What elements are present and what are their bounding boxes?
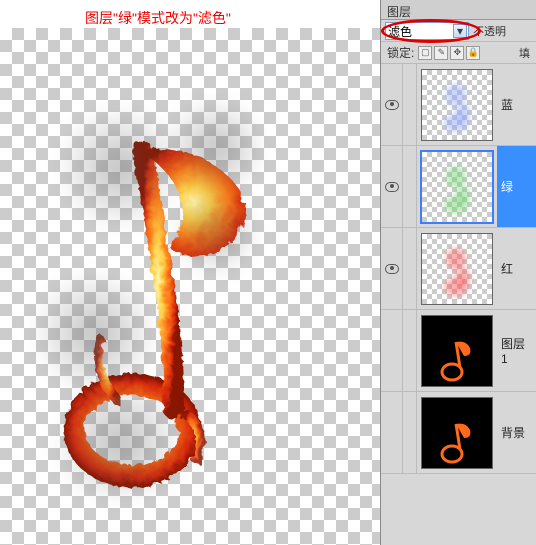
layer-row[interactable]: 图层 1 [381,310,536,392]
layer-visibility-toggle[interactable] [381,146,403,227]
layer-link-col[interactable] [403,310,417,391]
layer-link-col[interactable] [403,392,417,473]
tutorial-annotation: 图层"绿"模式改为"滤色" [85,8,231,28]
layer-thumbnail[interactable] [421,233,493,305]
layer-name[interactable]: 红 [497,228,536,309]
layer-row[interactable]: 背景 [381,392,536,474]
eye-icon [385,182,399,192]
layer-thumbnail[interactable] [421,151,493,223]
layer-thumbnail[interactable] [421,315,493,387]
layer-link-col[interactable] [403,146,417,227]
layer-name[interactable]: 绿 [497,146,536,227]
lock-transparent-icon[interactable]: ▢ [418,46,432,60]
layers-panel: 图层 滤色 ▾ 不透明 锁定: ▢ ✎ ✥ 🔒 填 蓝绿红图层 1背景 [380,0,536,545]
layer-name[interactable]: 背景 [497,392,536,473]
panel-tab-layers[interactable]: 图层 [381,0,536,20]
layer-thumbnail[interactable] [421,397,493,469]
lock-label: 锁定: [387,44,414,61]
layer-row[interactable]: 绿 [381,146,536,228]
opacity-label: 不透明 [473,23,506,39]
document-canvas[interactable] [0,28,380,545]
layer-visibility-toggle[interactable] [381,310,403,391]
layer-visibility-toggle[interactable] [381,228,403,309]
lock-paint-icon[interactable]: ✎ [434,46,448,60]
layer-name[interactable]: 蓝 [497,64,536,145]
eye-icon [385,100,399,110]
fill-label: 填 [519,45,530,61]
transparency-grid [0,28,380,545]
layer-name[interactable]: 图层 1 [497,310,536,391]
layer-link-col[interactable] [403,64,417,145]
layer-visibility-toggle[interactable] [381,64,403,145]
layer-row[interactable]: 红 [381,228,536,310]
layer-link-col[interactable] [403,228,417,309]
lock-buttons: ▢ ✎ ✥ 🔒 [418,46,480,60]
layer-list: 蓝绿红图层 1背景 [381,64,536,545]
layer-row[interactable]: 蓝 [381,64,536,146]
layer-thumbnail[interactable] [421,69,493,141]
blend-mode-select[interactable]: 滤色 ▾ [385,22,469,40]
eye-icon [385,264,399,274]
blend-mode-value: 滤色 [388,25,412,39]
lock-move-icon[interactable]: ✥ [450,46,464,60]
layer-visibility-toggle[interactable] [381,392,403,473]
lock-all-icon[interactable]: 🔒 [466,46,480,60]
chevron-down-icon: ▾ [453,24,467,38]
